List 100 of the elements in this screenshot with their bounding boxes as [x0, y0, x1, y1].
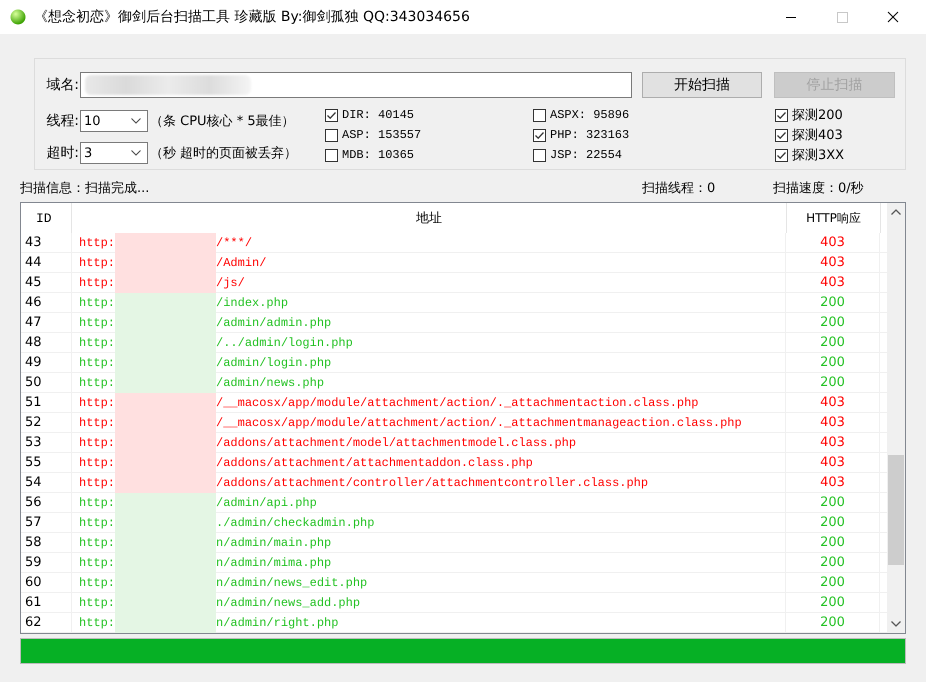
dropdown[interactable]: 10: [80, 110, 148, 132]
table-cell: 48: [21, 333, 72, 352]
url-text: /admin/api.php: [216, 496, 317, 510]
checkbox-label: 探测3XX: [792, 147, 844, 164]
scroll-thumb[interactable]: [888, 455, 904, 565]
window-title: 《想念初恋》御剑后台扫描工具 珍藏版 By:御剑孤独 QQ:343034656: [34, 8, 471, 26]
url-text: http:: [79, 436, 116, 450]
url-text: /__macosx/app/module/attachment/action/._attachmentaction.class.php: [216, 396, 698, 410]
url-text: http:: [79, 236, 116, 250]
url-text: http:: [79, 376, 116, 390]
scroll-down-icon[interactable]: [891, 621, 901, 627]
column-header[interactable]: HTTP响应: [787, 203, 881, 233]
url-text: /admin/news.php: [216, 376, 324, 390]
url-text: http:: [79, 456, 116, 470]
checkbox-label: ASP: 153557: [342, 128, 422, 142]
hint-text: （条 CPU核心 * 5最佳）: [150, 113, 295, 130]
scrollbar[interactable]: [887, 203, 905, 633]
url-text: /addons/attachment/controller/attachmentcontroller.class.php: [216, 476, 648, 490]
chevron-down-icon: [131, 118, 141, 124]
table-cell: 57: [21, 513, 72, 532]
checkbox[interactable]: [533, 128, 546, 142]
status-text: 扫描信息：扫描完成...: [20, 180, 150, 197]
table-cell: 54: [21, 473, 72, 492]
url-text: n/admin/mima.php: [216, 556, 332, 570]
status-code: 200: [820, 355, 845, 370]
url-text: http:: [79, 256, 116, 270]
status-code: 200: [820, 575, 845, 590]
scroll-up-icon[interactable]: [891, 209, 901, 215]
dropdown[interactable]: 3: [80, 142, 148, 164]
url-text: http:: [79, 496, 116, 510]
url-text: n/admin/right.php: [216, 616, 338, 630]
status-code: 200: [820, 375, 845, 390]
status-text: 扫描速度：0/秒: [773, 180, 864, 197]
url-text: /../admin/login.php: [216, 336, 353, 350]
checkbox-label: ASPX: 95896: [550, 108, 630, 122]
checkbox[interactable]: [325, 108, 338, 122]
status-code: 200: [820, 335, 845, 350]
field-label: 线程:: [45, 112, 79, 130]
url-text: /admin/login.php: [216, 356, 332, 370]
url-text: http:: [79, 396, 116, 410]
table-cell: 55: [21, 453, 72, 472]
url-text: http:: [79, 596, 116, 610]
status-code: 200: [820, 615, 845, 630]
url-text: http:: [79, 316, 116, 330]
url-text: /Admin/: [216, 256, 266, 270]
url-text: n/admin/main.php: [216, 536, 332, 550]
url-text: /admin/admin.php: [216, 316, 332, 330]
checkbox[interactable]: [775, 128, 788, 142]
table-cell: 45: [21, 273, 72, 292]
chevron-down-icon: [131, 150, 141, 156]
url-text: /__macosx/app/module/attachment/action/._attachmentmanageaction.class.php: [216, 416, 742, 430]
url-text: ./admin/checkadmin.php: [216, 516, 374, 530]
status-code: 403: [820, 395, 845, 410]
url-text: http:: [79, 476, 116, 490]
table-cell: 61: [21, 593, 72, 612]
url-text: http:: [79, 356, 116, 370]
url-text: /js/: [216, 276, 245, 290]
url-text: /addons/attachment/model/attachmentmodel.class.php: [216, 436, 576, 450]
url-text: http:: [79, 516, 116, 530]
table-cell: 52: [21, 413, 72, 432]
checkbox[interactable]: [533, 148, 546, 162]
scan-button[interactable]: 开始扫描: [642, 72, 762, 98]
status-code: 200: [820, 555, 845, 570]
status-code: 403: [820, 475, 845, 490]
url-text: /***/: [216, 236, 252, 250]
url-text: http:: [79, 556, 116, 570]
url-text: http:: [79, 296, 116, 310]
status-code: 200: [820, 595, 845, 610]
url-text: n/admin/news_edit.php: [216, 576, 368, 590]
checkbox-label: 探测403: [792, 127, 843, 144]
table-cell: 49: [21, 353, 72, 372]
checkbox[interactable]: [325, 148, 338, 162]
hint-text: （秒 超时的页面被丢弃）: [150, 145, 298, 162]
table-cell: 50: [21, 373, 72, 392]
domain-field[interactable]: [80, 72, 632, 98]
table-cell: 46: [21, 293, 72, 312]
field-label: 超时:: [45, 144, 79, 162]
status-code: 403: [820, 255, 845, 270]
table-cell: 62: [21, 613, 72, 632]
url-text: http:: [79, 536, 116, 550]
column-header[interactable]: ID: [21, 203, 72, 233]
checkbox[interactable]: [775, 148, 788, 162]
checkbox-label: JSP: 22554: [550, 148, 622, 162]
status-code: 200: [820, 495, 845, 510]
url-text: /index.php: [216, 296, 288, 310]
checkbox[interactable]: [533, 108, 546, 122]
checkbox[interactable]: [775, 108, 788, 122]
url-text: http:: [79, 576, 116, 590]
checkbox-label: DIR: 40145: [342, 108, 414, 122]
url-text: http:: [79, 416, 116, 430]
checkbox-label: PHP: 323163: [550, 128, 630, 142]
checkbox[interactable]: [325, 128, 338, 142]
table-cell: 44: [21, 253, 72, 272]
table-cell: 60: [21, 573, 72, 592]
status-code: 200: [820, 315, 845, 330]
url-text: n/admin/news_add.php: [216, 596, 360, 610]
status-code: 403: [820, 455, 845, 470]
checkbox-label: 探测200: [792, 107, 843, 124]
table-cell: 53: [21, 433, 72, 452]
table-cell: 47: [21, 313, 72, 332]
